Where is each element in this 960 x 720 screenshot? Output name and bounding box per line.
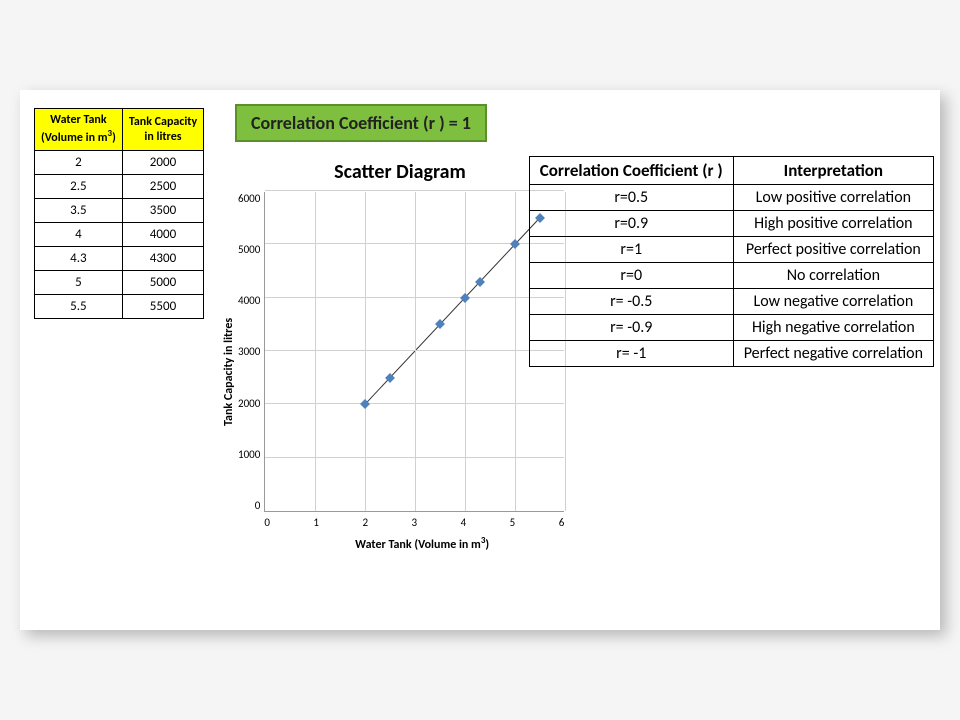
- interp-header-text: Interpretation: [733, 157, 933, 185]
- main-panel: Water Tank(Volume in m3) Tank Capacityin…: [20, 90, 940, 630]
- data-point: [360, 399, 370, 409]
- chart-title: Scatter Diagram: [220, 160, 580, 184]
- chart-xaxis: 0123456: [264, 516, 564, 529]
- table-row: 55000: [35, 271, 204, 295]
- data-point: [475, 277, 485, 287]
- scatter-chart: Scatter Diagram Tank Capacity in litres …: [220, 156, 580, 596]
- chart-xlabel: Water Tank (Volume in m3): [264, 535, 580, 552]
- correlation-coefficient-box: Correlation Coefficient (r ) = 1: [235, 104, 487, 142]
- table-row: 3.53500: [35, 199, 204, 223]
- chart-ylabel: Tank Capacity in litres: [220, 192, 238, 552]
- table-row: 2.52500: [35, 175, 204, 199]
- data-point: [435, 319, 445, 329]
- chart-plot-area: [264, 192, 564, 512]
- data-point: [460, 293, 470, 303]
- data-table: Water Tank(Volume in m3) Tank Capacityin…: [34, 108, 204, 319]
- data-point: [510, 239, 520, 249]
- table-row: 5.55500: [35, 295, 204, 319]
- table-row: r= -1Perfect negative correlation: [529, 341, 933, 367]
- table-row: 44000: [35, 223, 204, 247]
- data-point: [385, 373, 395, 383]
- interp-header-coef: Correlation Coefficient (r ): [529, 157, 733, 185]
- data-table-header-capacity: Tank Capacityin litres: [122, 109, 203, 151]
- table-row: r=0.9High positive correlation: [529, 211, 933, 237]
- table-row: r= -0.5Low negative correlation: [529, 289, 933, 315]
- table-row: r=1Perfect positive correlation: [529, 237, 933, 263]
- table-row: 22000: [35, 151, 204, 175]
- data-table-header-volume: Water Tank(Volume in m3): [35, 109, 123, 151]
- chart-yaxis: 6000500040003000200010000: [238, 192, 264, 512]
- table-row: r=0No correlation: [529, 263, 933, 289]
- table-row: r=0.5Low positive correlation: [529, 185, 933, 211]
- interpretation-table: Correlation Coefficient (r ) Interpretat…: [529, 156, 934, 367]
- table-row: 4.34300: [35, 247, 204, 271]
- table-row: r= -0.9High negative correlation: [529, 315, 933, 341]
